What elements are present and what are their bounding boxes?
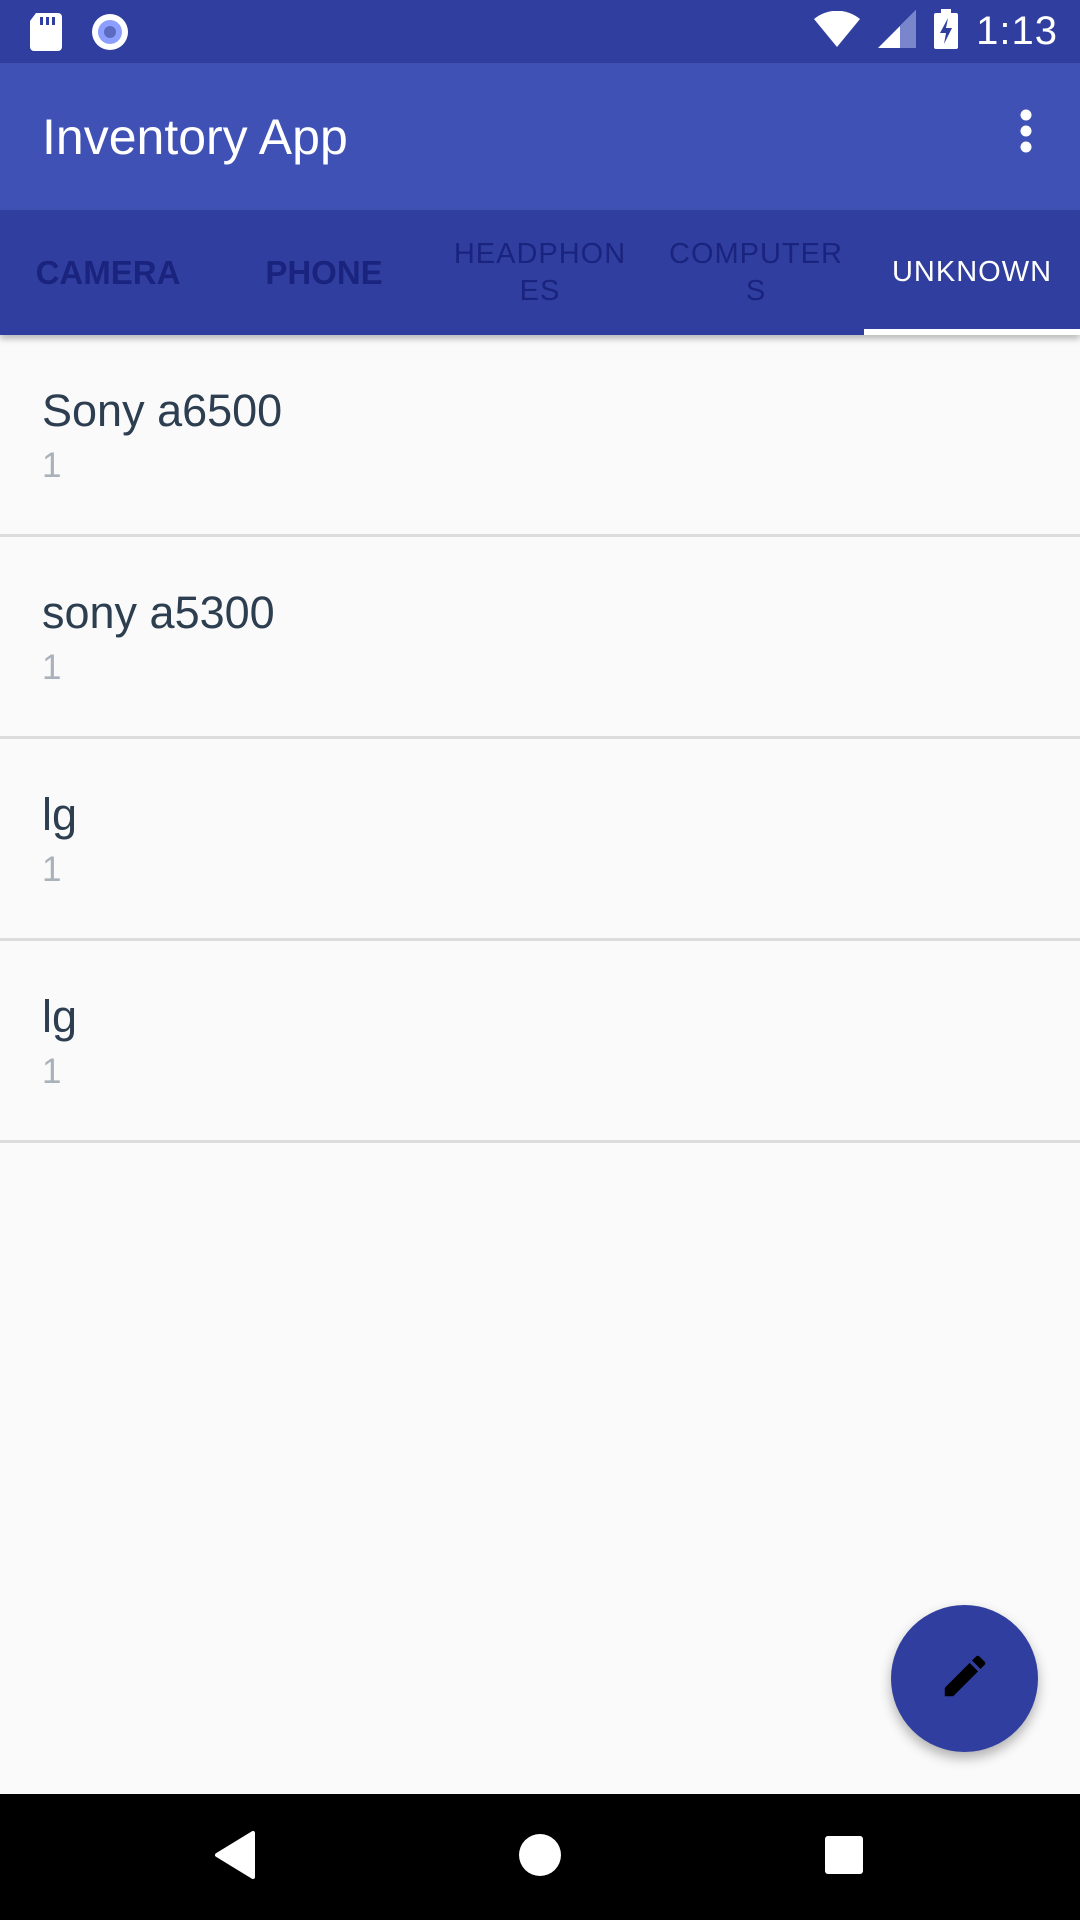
tab-camera[interactable]: CAMERA xyxy=(0,210,216,335)
list-item[interactable]: lg 1 xyxy=(0,739,1080,941)
status-time: 1:13 xyxy=(976,9,1058,53)
tab-label: CAMERA xyxy=(35,254,181,291)
more-vert-icon xyxy=(1019,109,1033,158)
item-quantity: 1 xyxy=(42,850,62,889)
item-quantity: 1 xyxy=(42,1052,62,1091)
item-quantity: 1 xyxy=(42,648,62,687)
item-name: lg xyxy=(42,789,78,840)
status-bar-right: 1:13 xyxy=(814,0,1058,63)
item-quantity: 1 xyxy=(42,446,62,485)
list-item[interactable]: sony a5300 1 xyxy=(0,537,1080,739)
item-name: lg xyxy=(42,991,78,1042)
inventory-list: Sony a6500 1 sony a5300 1 lg 1 lg 1 xyxy=(0,335,1080,1143)
cell-signal-icon xyxy=(878,10,917,53)
recents-icon xyxy=(824,1835,864,1880)
home-icon xyxy=(518,1833,562,1882)
list-item[interactable]: Sony a6500 1 xyxy=(0,335,1080,537)
overflow-menu-button[interactable] xyxy=(994,101,1058,165)
tab-unknown[interactable]: UNKNOWN xyxy=(864,210,1080,335)
home-button[interactable] xyxy=(505,1822,575,1892)
tab-phone[interactable]: PHONE xyxy=(216,210,432,335)
tab-label: PHONE xyxy=(265,254,383,291)
back-icon xyxy=(213,1830,257,1885)
status-bar-left xyxy=(30,12,130,57)
back-button[interactable] xyxy=(200,1822,270,1892)
edit-fab-button[interactable] xyxy=(891,1605,1038,1752)
tab-headphones[interactable]: HEADPHONES xyxy=(432,210,648,335)
wifi-icon xyxy=(814,10,861,52)
navigation-bar xyxy=(0,1794,1080,1920)
item-name: sony a5300 xyxy=(42,587,275,638)
screen: 1:13 Inventory App CAMERA PHONE HEADPHON… xyxy=(0,0,1080,1920)
tab-label: HEADPHONES xyxy=(453,237,627,307)
app-title: Inventory App xyxy=(42,109,348,165)
item-name: Sony a6500 xyxy=(42,385,283,436)
tab-bar: CAMERA PHONE HEADPHONES COMPUTERS UNKNOW… xyxy=(0,210,1080,335)
tab-label: UNKNOWN xyxy=(891,256,1053,288)
app-bar: Inventory App xyxy=(0,63,1080,210)
list-item[interactable]: lg 1 xyxy=(0,941,1080,1143)
record-icon xyxy=(90,12,130,57)
sd-card-icon xyxy=(30,13,62,56)
tab-label: COMPUTERS xyxy=(669,237,843,307)
battery-charging-icon xyxy=(934,9,959,54)
tab-computers[interactable]: COMPUTERS xyxy=(648,210,864,335)
recents-button[interactable] xyxy=(809,1822,879,1892)
status-bar: 1:13 xyxy=(0,0,1080,63)
edit-pencil-icon xyxy=(938,1649,992,1708)
